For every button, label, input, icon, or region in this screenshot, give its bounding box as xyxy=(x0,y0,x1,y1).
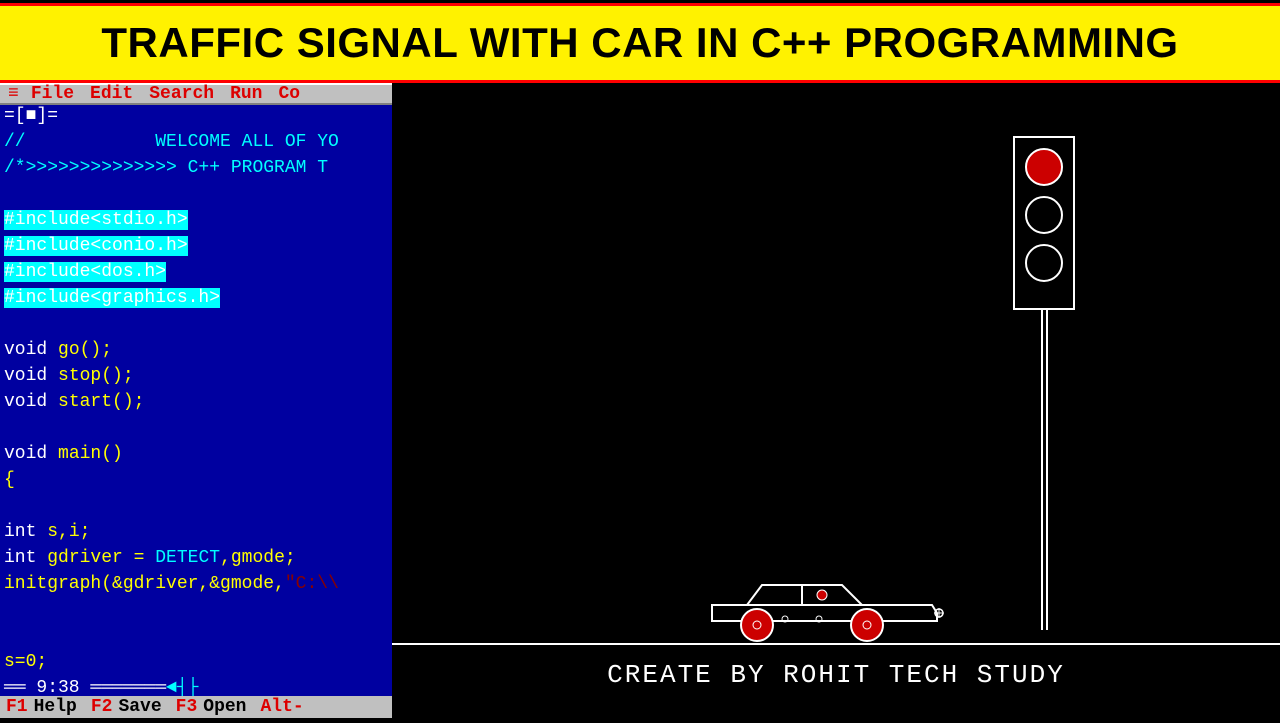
traffic-pole xyxy=(1041,310,1048,630)
traffic-light xyxy=(1013,136,1075,310)
code-comment: /*>>>>>>>>>>>>>> C++ PROGRAM T xyxy=(4,155,388,181)
code-decl: int s,i; xyxy=(4,519,388,545)
window-title-border: =[■]= xyxy=(0,105,392,127)
title-banner: TRAFFIC SIGNAL WITH CAR IN C++ PROGRAMMI… xyxy=(0,3,1280,83)
car-icon xyxy=(707,573,957,643)
banner-title: TRAFFIC SIGNAL WITH CAR IN C++ PROGRAMMI… xyxy=(101,19,1178,67)
menu-edit[interactable]: Edit xyxy=(90,84,133,104)
window-control-mark: =[■]= xyxy=(0,105,392,127)
f2-label: Save xyxy=(118,697,161,717)
code-proto: void start(); xyxy=(4,389,388,415)
function-key-bar: F1 Help F2Save F3Open Alt- xyxy=(0,696,392,718)
code-brace: { xyxy=(4,467,388,493)
ground-line xyxy=(392,643,1280,645)
code-decl: int gdriver = DETECT,gmode; xyxy=(4,545,388,571)
code-main: void main() xyxy=(4,441,388,467)
green-light xyxy=(1025,244,1063,282)
code-proto: void stop(); xyxy=(4,363,388,389)
code-include: #include<graphics.h> xyxy=(4,285,388,311)
red-light xyxy=(1025,148,1063,186)
yellow-light xyxy=(1025,196,1063,234)
code-assign: s=0; xyxy=(4,649,388,675)
code-proto: void go(); xyxy=(4,337,388,363)
graphics-output: CREATE BY ROHIT TECH STUDY xyxy=(392,83,1280,718)
f1-label: Help xyxy=(34,697,77,717)
credit-text: CREATE BY ROHIT TECH STUDY xyxy=(392,660,1280,690)
alt-key[interactable]: Alt- xyxy=(260,697,303,717)
f2-key[interactable]: F2 xyxy=(91,697,113,717)
menu-icon[interactable]: ≡ xyxy=(8,84,19,104)
code-call: initgraph(&gdriver,&gmode,"C:\\ xyxy=(4,571,388,597)
code-editor[interactable]: // WELCOME ALL OF YO /*>>>>>>>>>>>>>> C+… xyxy=(0,127,392,703)
f1-key[interactable]: F1 xyxy=(6,697,28,717)
menu-run[interactable]: Run xyxy=(230,84,262,104)
code-include: #include<conio.h> xyxy=(4,233,388,259)
editor-panel: ≡ File Edit Search Run Co =[■]= // WELCO… xyxy=(0,83,392,718)
code-include: #include<stdio.h> xyxy=(4,207,388,233)
menu-search[interactable]: Search xyxy=(149,84,214,104)
main-area: ≡ File Edit Search Run Co =[■]= // WELCO… xyxy=(0,83,1280,718)
code-comment: // WELCOME ALL OF YO xyxy=(4,129,388,155)
f3-key[interactable]: F3 xyxy=(176,697,198,717)
menubar: ≡ File Edit Search Run Co xyxy=(0,83,392,105)
menu-compile[interactable]: Co xyxy=(278,84,300,104)
f3-label: Open xyxy=(203,697,246,717)
menu-file[interactable]: File xyxy=(31,84,74,104)
code-include: #include<dos.h> xyxy=(4,259,388,285)
